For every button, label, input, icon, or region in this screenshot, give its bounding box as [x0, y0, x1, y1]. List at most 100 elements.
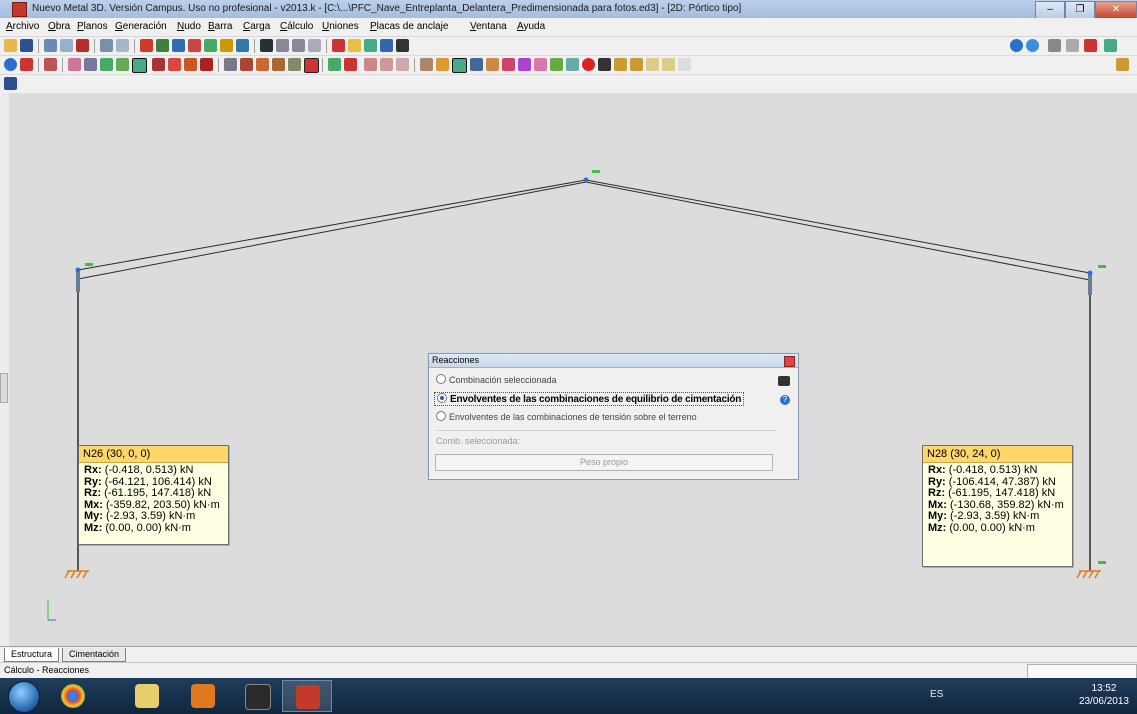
- tab-estructura[interactable]: Estructura: [4, 648, 60, 662]
- tool-icon-x[interactable]: [452, 58, 467, 73]
- tool-icon-u[interactable]: [396, 58, 409, 71]
- grid-icon[interactable]: [60, 39, 73, 52]
- tool-icon-q[interactable]: [328, 58, 341, 71]
- tool-icon-18[interactable]: [1104, 39, 1117, 52]
- app-icon[interactable]: [12, 2, 27, 17]
- tool-icon-11[interactable]: [332, 39, 345, 52]
- clock[interactable]: 13:52 23/06/2013: [1079, 682, 1129, 708]
- node-ridge[interactable]: [583, 177, 589, 183]
- globe-icon[interactable]: [4, 58, 17, 71]
- tool-icon-7[interactable]: [260, 39, 273, 52]
- tool-icon-w[interactable]: [436, 58, 449, 71]
- taskbar-autocad[interactable]: [232, 680, 282, 712]
- globe-icon[interactable]: [1026, 39, 1039, 52]
- tool-icon-3[interactable]: [188, 39, 201, 52]
- tool-icon-2[interactable]: [156, 39, 169, 52]
- radio-icon[interactable]: [436, 411, 446, 421]
- help-icon[interactable]: [1010, 39, 1023, 52]
- menu-obra[interactable]: Obra: [48, 21, 70, 32]
- tool-icon-n[interactable]: [272, 58, 285, 71]
- tool-icon-ah[interactable]: [614, 58, 627, 71]
- tool-icon-6[interactable]: [236, 39, 249, 52]
- redo-icon[interactable]: [116, 39, 129, 52]
- tool-icon-14[interactable]: [380, 39, 393, 52]
- tool-icon-5[interactable]: [220, 39, 233, 52]
- binoculars-icon[interactable]: [396, 39, 409, 52]
- tool-icon-l[interactable]: [240, 58, 253, 71]
- tool-icon-y[interactable]: [470, 58, 483, 71]
- option-envolventes-equilibrio[interactable]: Envolventes de las combinaciones de equi…: [434, 392, 745, 406]
- minimize-button[interactable]: –: [1035, 1, 1065, 19]
- scroll-thumb[interactable]: [0, 373, 8, 403]
- tool-icon-k[interactable]: [224, 58, 237, 71]
- menu-ventana[interactable]: Ventana: [470, 21, 507, 32]
- tool-icon-m[interactable]: [256, 58, 269, 71]
- tool-icon-h[interactable]: [168, 58, 181, 71]
- tool-icon-13[interactable]: [364, 39, 377, 52]
- tool-icon-17[interactable]: [1084, 39, 1097, 52]
- undo-icon[interactable]: [100, 39, 113, 52]
- taskbar-explorer[interactable]: [122, 680, 172, 712]
- portal-icon[interactable]: [76, 39, 89, 52]
- taskbar-media[interactable]: [178, 680, 228, 712]
- node-knee-right[interactable]: [1087, 270, 1093, 276]
- refresh-icon[interactable]: [4, 77, 17, 90]
- option-envolventes-tension[interactable]: Envolventes de las combinaciones de tens…: [436, 411, 697, 422]
- maximize-button[interactable]: ❐: [1065, 1, 1095, 19]
- save-icon[interactable]: [20, 39, 33, 52]
- tool-icon-15[interactable]: [1048, 39, 1061, 52]
- tool-icon-10[interactable]: [308, 39, 321, 52]
- view-icon[interactable]: [44, 39, 57, 52]
- comb-select-button[interactable]: Peso propio: [435, 454, 773, 471]
- taskbar-metal3d[interactable]: [282, 680, 332, 712]
- tool-icon-ak[interactable]: [662, 58, 675, 71]
- tool-icon-r[interactable]: [344, 58, 357, 71]
- menu-planos[interactable]: Planos: [77, 21, 108, 32]
- tool-icon-12[interactable]: [348, 39, 361, 52]
- tool-icon-d[interactable]: [100, 58, 113, 71]
- tool-icon-9[interactable]: [292, 39, 305, 52]
- menu-carga[interactable]: Carga: [243, 21, 270, 32]
- language-indicator[interactable]: ES: [930, 689, 943, 700]
- tool-icon-b[interactable]: [68, 58, 81, 71]
- tool-icon-aj[interactable]: [646, 58, 659, 71]
- tool-icon-ag[interactable]: [598, 58, 611, 71]
- zoom-icon[interactable]: [172, 39, 185, 52]
- menu-generacion[interactable]: Generación: [115, 21, 167, 32]
- menu-uniones[interactable]: Uniones: [322, 21, 359, 32]
- radio-selected-icon[interactable]: [437, 393, 447, 403]
- tool-icon-ai[interactable]: [630, 58, 643, 71]
- tool-icon-p[interactable]: [304, 58, 319, 73]
- tool-icon-af[interactable]: [582, 58, 595, 71]
- tool-icon-z[interactable]: [486, 58, 499, 71]
- roof-line-left[interactable]: [77, 179, 587, 271]
- tool-icon-v[interactable]: [420, 58, 433, 71]
- menu-ayuda[interactable]: Ayuda: [517, 21, 545, 32]
- user-icon[interactable]: [20, 58, 33, 71]
- menu-calculo[interactable]: Cálculo: [280, 21, 313, 32]
- tool-icon-aa[interactable]: [502, 58, 515, 71]
- tool-icon-s[interactable]: [364, 58, 377, 71]
- tab-cimentacion[interactable]: Cimentación: [62, 648, 127, 662]
- tool-icon-am[interactable]: [1116, 58, 1129, 71]
- menu-nudo[interactable]: Nudo: [177, 21, 201, 32]
- tool-icon-1[interactable]: [140, 39, 153, 52]
- tool-icon-e[interactable]: [116, 58, 129, 71]
- tool-icon-t[interactable]: [380, 58, 393, 71]
- tool-icon-i[interactable]: [184, 58, 197, 71]
- tool-icon-g[interactable]: [152, 58, 165, 71]
- tool-icon-c[interactable]: [84, 58, 97, 71]
- menu-archivo[interactable]: Archivo: [6, 21, 39, 32]
- radio-icon[interactable]: [436, 374, 446, 384]
- dialog-close-button[interactable]: [784, 356, 795, 367]
- tool-icon-al[interactable]: [678, 58, 691, 71]
- close-button[interactable]: ✕: [1095, 1, 1137, 19]
- tool-icon-8[interactable]: [276, 39, 289, 52]
- menu-placas[interactable]: Placas de anclaje: [370, 21, 448, 32]
- open-icon[interactable]: [4, 39, 17, 52]
- tool-icon-4[interactable]: [204, 39, 217, 52]
- option-combinacion-seleccionada[interactable]: Combinación seleccionada: [436, 374, 557, 385]
- help-icon[interactable]: ?: [780, 395, 790, 405]
- tool-icon-ab[interactable]: [518, 58, 531, 71]
- tool-icon-16[interactable]: [1066, 39, 1079, 52]
